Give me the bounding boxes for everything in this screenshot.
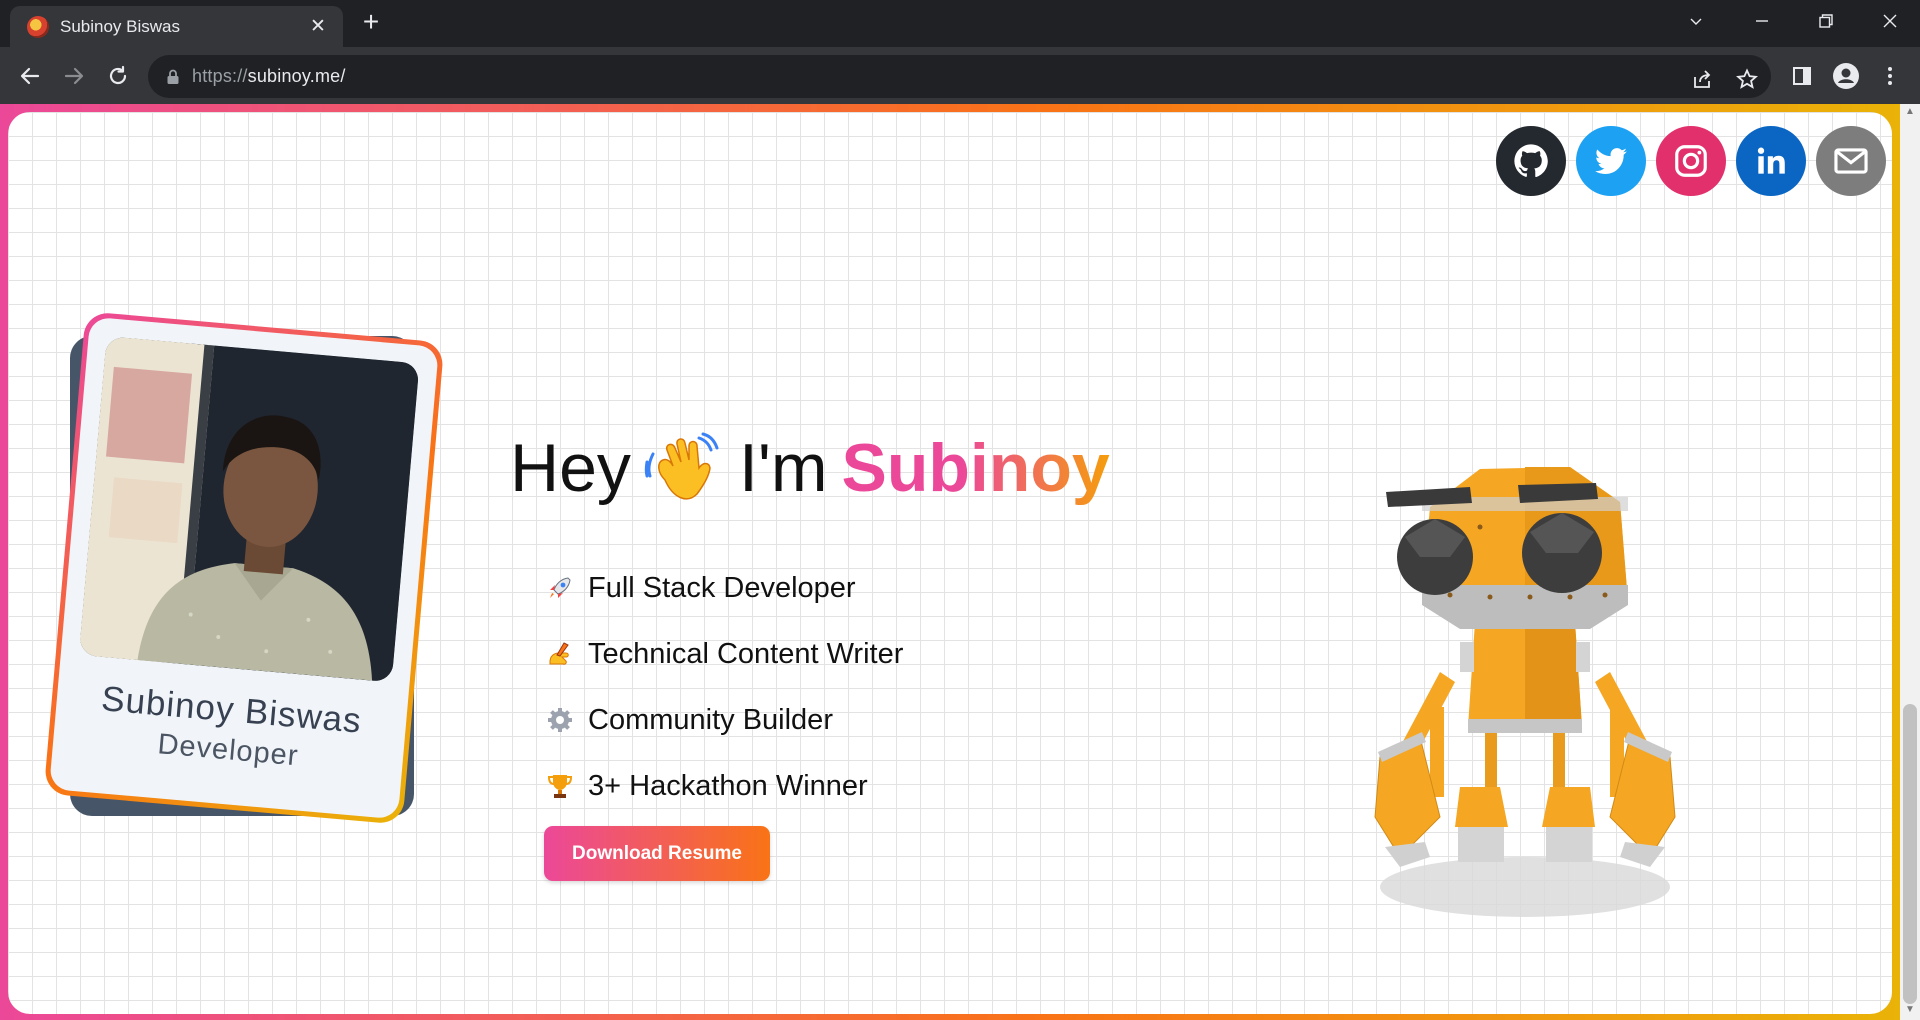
- share-icon: [1694, 70, 1711, 88]
- avatar-icon: [1833, 63, 1859, 89]
- lock-icon: [167, 69, 179, 84]
- email-link[interactable]: [1816, 126, 1886, 196]
- restore-button[interactable]: [1804, 6, 1848, 36]
- role-label: Full Stack Developer: [588, 571, 856, 604]
- tab-strip: Subinoy Biswas ✕ +: [0, 0, 1920, 47]
- hero-greeting: Hey: [510, 430, 631, 506]
- back-button[interactable]: [14, 60, 46, 92]
- twitter-link[interactable]: [1576, 126, 1646, 196]
- rocket-icon: [550, 577, 571, 598]
- profile-button[interactable]: [1830, 60, 1862, 92]
- list-item: Community Builder: [546, 687, 903, 753]
- hero-title: Hey I'm Subinoy: [510, 429, 1110, 507]
- page-scrollbar[interactable]: ▲ ▼: [1900, 104, 1920, 1020]
- bookmark-button[interactable]: [1733, 65, 1761, 93]
- profile-card-body: Subinoy Biswas Developer: [49, 316, 439, 820]
- trophy-icon: [547, 775, 573, 798]
- scrollbar-thumb[interactable]: [1903, 704, 1917, 1004]
- instagram-link[interactable]: [1656, 126, 1726, 196]
- instagram-icon: [1675, 145, 1707, 177]
- tab-title: Subinoy Biswas: [60, 16, 181, 36]
- page-frame: Subinoy Biswas Developer Hey I'm Subinoy: [0, 104, 1900, 1020]
- reload-icon: [109, 65, 127, 85]
- scroll-up-arrow-icon[interactable]: ▲: [1904, 106, 1916, 118]
- reload-button[interactable]: [102, 60, 134, 92]
- close-window-button[interactable]: [1868, 6, 1912, 36]
- menu-button[interactable]: [1874, 60, 1906, 92]
- github-icon: [1514, 144, 1548, 178]
- arrow-right-icon: [64, 67, 84, 85]
- linkedin-icon: [1757, 147, 1785, 174]
- person-photo-icon: [78, 336, 420, 683]
- tab-search-button[interactable]: [1674, 6, 1718, 36]
- list-item: Full Stack Developer: [546, 555, 903, 621]
- minimize-button[interactable]: [1740, 6, 1784, 36]
- github-link[interactable]: [1496, 126, 1566, 196]
- side-panel-button[interactable]: [1786, 60, 1818, 92]
- robot-3d-illustration: [1374, 467, 1676, 917]
- social-links: [1496, 126, 1886, 196]
- role-label: Community Builder: [588, 703, 833, 736]
- profile-photo: [78, 336, 420, 683]
- list-item: 3+ Hackathon Winner: [546, 753, 903, 819]
- favicon-icon: [27, 15, 49, 38]
- gear-icon: [548, 708, 572, 732]
- role-label: Technical Content Writer: [588, 637, 904, 670]
- writing-hand-icon: [549, 642, 569, 665]
- chevron-down-icon: [1690, 18, 1702, 25]
- download-resume-button[interactable]: Download Resume: [544, 826, 770, 881]
- close-icon: [1883, 14, 1897, 28]
- address-bar[interactable]: https://subinoy.me/: [148, 55, 1771, 98]
- hero-intro: I'm: [738, 430, 828, 506]
- url-text[interactable]: https://subinoy.me/: [192, 66, 346, 87]
- waving-hand-icon: [644, 432, 719, 500]
- scroll-down-arrow-icon[interactable]: ▼: [1904, 1004, 1916, 1016]
- mail-icon: [1834, 148, 1868, 174]
- minimize-icon: [1756, 20, 1768, 22]
- share-button[interactable]: [1688, 65, 1716, 93]
- hero-name: Subinoy: [841, 430, 1110, 506]
- linkedin-link[interactable]: [1736, 126, 1806, 196]
- kebab-menu-icon: [1888, 67, 1892, 85]
- side-panel-icon: [1793, 67, 1811, 85]
- twitter-icon: [1595, 148, 1627, 174]
- star-icon: [1736, 68, 1758, 89]
- arrow-left-icon: [20, 67, 40, 85]
- page-viewport: Subinoy Biswas Developer Hey I'm Subinoy: [0, 104, 1920, 1020]
- profile-card: Subinoy Biswas Developer: [43, 311, 445, 825]
- profile-card-border: Subinoy Biswas Developer: [43, 311, 445, 825]
- new-tab-button[interactable]: +: [357, 8, 385, 36]
- role-label: 3+ Hackathon Winner: [588, 769, 868, 802]
- browser-tab[interactable]: Subinoy Biswas ✕: [10, 6, 343, 47]
- list-item: Technical Content Writer: [546, 621, 903, 687]
- roles-list: Full Stack Developer Technical Content W…: [546, 555, 903, 819]
- page-content: Subinoy Biswas Developer Hey I'm Subinoy: [8, 112, 1892, 1014]
- forward-button[interactable]: [58, 60, 90, 92]
- tab-close-button[interactable]: ✕: [307, 15, 329, 38]
- browser-toolbar: https://subinoy.me/: [0, 47, 1920, 104]
- restore-icon: [1819, 14, 1833, 28]
